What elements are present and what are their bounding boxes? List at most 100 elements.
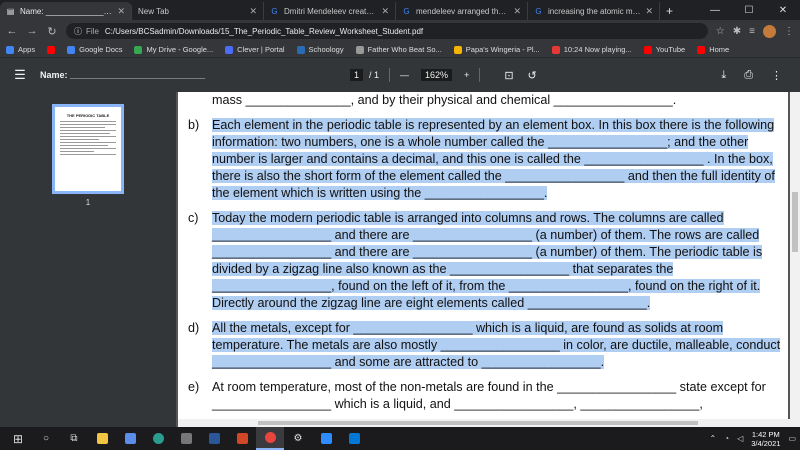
tab-pdf[interactable]: ▤ Name: ___________________ ✕ (0, 2, 132, 20)
page-thumbnail[interactable]: THE PERIODIC TABLE (52, 104, 124, 194)
word-icon[interactable] (200, 427, 228, 450)
bookmark-clever[interactable]: Clever | Portal (225, 45, 285, 54)
bookmark-label: My Drive - Google... (146, 45, 214, 54)
more-icon[interactable]: ⋮ (771, 69, 782, 82)
forward-icon[interactable]: → (26, 25, 38, 37)
pdf-favicon-icon: ▤ (6, 6, 15, 16)
tab-label: New Tab (138, 6, 169, 16)
thumbnail-page-number: 1 (85, 198, 91, 207)
minimize-icon[interactable]: — (698, 5, 732, 16)
worksheet-item-e: e) At room temperature, most of the non-… (188, 379, 783, 413)
network-icon[interactable]: ◔ (724, 434, 729, 443)
chrome-icon[interactable] (256, 427, 284, 450)
zoom-controls: — 162% + (400, 69, 469, 81)
reading-list-icon[interactable]: ≡ (749, 26, 755, 37)
store-icon[interactable] (116, 427, 144, 450)
volume-icon[interactable]: ◁ (737, 434, 743, 443)
pdf-viewer[interactable]: mass _______________, and by their physi… (176, 92, 800, 427)
thumbnail-line (60, 127, 105, 128)
zoom-input[interactable]: 162% (421, 69, 453, 81)
task-view-icon[interactable]: ⧉ (60, 427, 88, 450)
page-indicator: 1 / 1 (350, 69, 379, 81)
more-icon[interactable]: ⋮ (784, 26, 794, 37)
clock-date: 3/4/2021 (751, 438, 781, 448)
tab-search-2[interactable]: G mendeleev arranged the elem ✕ (396, 2, 528, 20)
thumbnail-line (60, 124, 116, 125)
file-explorer-icon[interactable] (88, 427, 116, 450)
powerpoint-icon[interactable] (228, 427, 256, 450)
menu-icon[interactable]: ☰ (0, 67, 40, 83)
close-tab-icon[interactable]: ✕ (381, 6, 389, 17)
bookmark-home[interactable]: Home (697, 45, 729, 54)
tab-label: mendeleev arranged the elem (416, 6, 510, 16)
bookmark-youtube[interactable]: YouTube (643, 45, 685, 54)
close-tab-icon[interactable]: ✕ (249, 6, 257, 17)
new-tab-icon[interactable]: + (660, 4, 679, 20)
bookmark-label: Papa's Wingeria - Pl... (465, 45, 540, 54)
vertical-scrollbar[interactable] (790, 92, 800, 427)
scroll-thumb[interactable] (792, 192, 798, 252)
pdf-actions: ⤓ ⎙ ⋮ (721, 69, 800, 82)
youtube-icon (643, 45, 652, 54)
bookmark-apps[interactable]: Apps (6, 45, 35, 54)
edge-icon[interactable] (144, 427, 172, 450)
page-number-input[interactable]: 1 (350, 69, 364, 81)
close-tab-icon[interactable]: ✕ (513, 6, 521, 17)
item-text: Each element in the periodic table is re… (212, 118, 775, 200)
item-label: e) (188, 380, 200, 394)
youtube-icon (697, 45, 706, 54)
thumbnail-line (60, 148, 116, 149)
url-field[interactable]: ⓘ File C:/Users/BCSadmin/Downloads/15_Th… (66, 23, 708, 39)
tab-search-3[interactable]: G increasing the atomic mass b ✕ (528, 2, 660, 20)
zoom-app-icon[interactable] (312, 427, 340, 450)
extensions-icon[interactable]: ✱ (733, 26, 741, 37)
pdf-toolbar: ☰ Name: ___________________________ 1 / … (0, 58, 800, 92)
windows-start-icon[interactable]: ⊞ (4, 427, 32, 450)
avatar[interactable] (763, 24, 776, 38)
fit-page-icon[interactable]: ⊡ (504, 69, 513, 82)
star-icon[interactable]: ☆ (716, 26, 725, 37)
horizontal-scrollbar[interactable] (178, 419, 792, 427)
bookmarks-bar: Apps Google Docs My Drive - Google... Cl… (0, 42, 800, 58)
tab-label: Dmitri Mendeleev created a ch (284, 6, 377, 16)
download-icon[interactable]: ⤓ (721, 69, 726, 82)
print-icon[interactable]: ⎙ (744, 69, 753, 82)
rotate-icon[interactable]: ↺ (528, 69, 537, 82)
worksheet-intro-line: mass _______________, and by their physi… (188, 92, 783, 109)
close-window-icon[interactable]: ✕ (766, 5, 800, 16)
back-icon[interactable]: ← (6, 25, 18, 37)
bookmark-youtube-icon-only[interactable] (47, 45, 56, 54)
camera-icon[interactable] (172, 427, 200, 450)
close-tab-icon[interactable]: ✕ (117, 6, 125, 17)
bookmark-now-playing[interactable]: 10:24 Now playing... (551, 45, 632, 54)
scroll-thumb[interactable] (258, 421, 698, 425)
maximize-icon[interactable]: ☐ (732, 5, 766, 16)
reload-icon[interactable]: ↻ (46, 25, 58, 38)
search-icon[interactable]: ○ (32, 427, 60, 450)
item-label: c) (188, 211, 199, 225)
mail-icon[interactable] (340, 427, 368, 450)
bookmark-label: Clever | Portal (237, 45, 285, 54)
info-icon[interactable]: ⓘ (74, 26, 82, 37)
chevron-up-icon[interactable]: ⌃ (710, 434, 717, 443)
tab-new[interactable]: New Tab ✕ (132, 2, 264, 20)
close-tab-icon[interactable]: ✕ (645, 6, 653, 17)
clever-icon (225, 45, 234, 54)
window-controls: — ☐ ✕ (698, 0, 800, 20)
bookmark-google-docs[interactable]: Google Docs (67, 45, 122, 54)
notifications-icon[interactable]: ▭ (788, 434, 796, 443)
address-icons: ☆ ✱ ≡ ⋮ (716, 24, 794, 38)
bookmark-schoology[interactable]: Schoology (296, 45, 344, 54)
item-label-spacer (188, 92, 212, 109)
settings-gear-icon[interactable]: ⚙ (284, 427, 312, 450)
bookmark-father[interactable]: Father Who Beat So... (355, 45, 442, 54)
bookmark-my-drive[interactable]: My Drive - Google... (134, 45, 213, 54)
tab-search-1[interactable]: G Dmitri Mendeleev created a ch ✕ (264, 2, 396, 20)
clock[interactable]: 1:42 PM 3/4/2021 (751, 430, 780, 448)
zoom-out-icon[interactable]: — (400, 70, 409, 80)
bookmark-label: Google Docs (79, 45, 123, 54)
worksheet-item-c: c) Today the modern periodic table is ar… (188, 210, 783, 312)
tab-strip: ▤ Name: ___________________ ✕ New Tab ✕ … (0, 0, 800, 20)
zoom-in-icon[interactable]: + (464, 70, 469, 80)
bookmark-papas[interactable]: Papa's Wingeria - Pl... (453, 45, 540, 54)
